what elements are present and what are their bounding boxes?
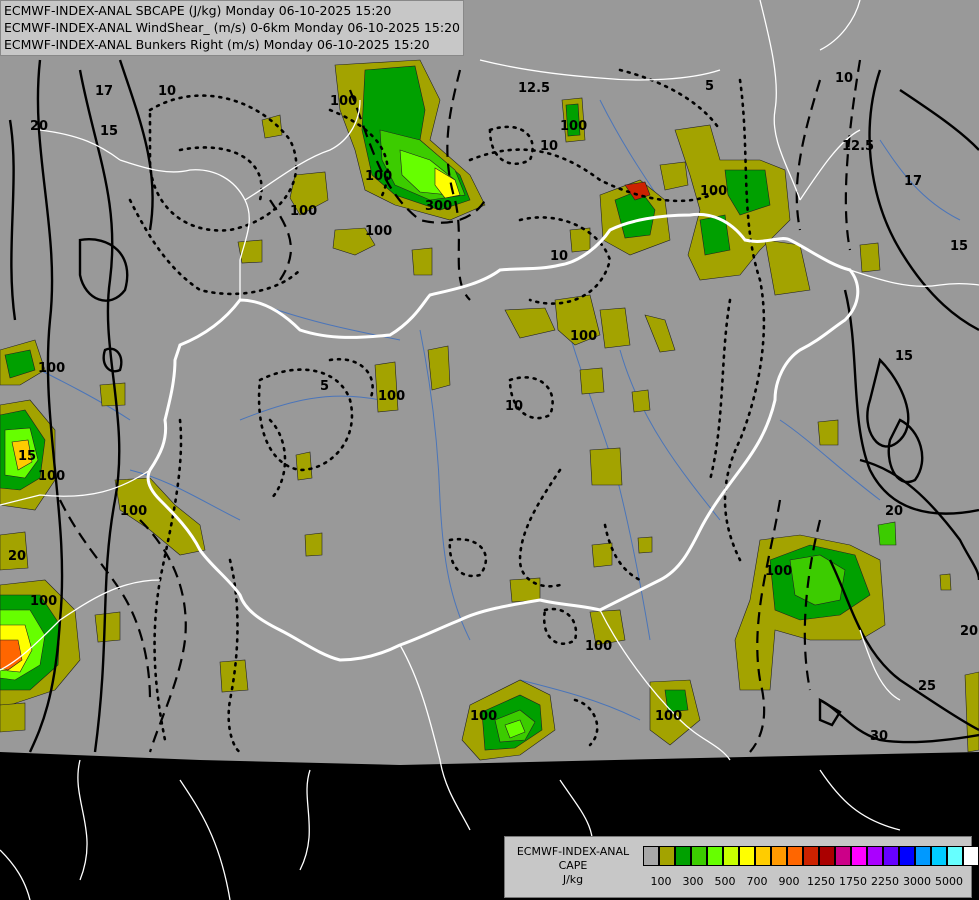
cape-label: 100 xyxy=(290,204,317,219)
legend-swatch xyxy=(867,846,883,866)
legend-tick-label: 3000 xyxy=(903,875,931,888)
legend-tick-label: 1750 xyxy=(839,875,867,888)
legend-swatch xyxy=(819,846,835,866)
windshear-label: 10 xyxy=(505,399,523,414)
cape-label: 100 xyxy=(570,329,597,344)
cape-label: 100 xyxy=(378,389,405,404)
windshear-label: 5 xyxy=(705,79,714,94)
map-header: ECMWF-INDEX-ANAL SBCAPE (J/kg) Monday 06… xyxy=(0,0,464,56)
legend-title: ECMWF-INDEX-ANAL CAPE J/kg xyxy=(509,845,637,887)
windshear-label: 25 xyxy=(918,679,936,694)
legend-swatch xyxy=(915,846,931,866)
cape-label: 100 xyxy=(585,639,612,654)
legend-tick-label: 500 xyxy=(714,875,736,888)
legend-swatch xyxy=(643,846,659,866)
legend-swatch xyxy=(963,846,979,866)
legend-title-model: ECMWF-INDEX-ANAL xyxy=(516,845,630,858)
cape-label: 100 xyxy=(38,361,65,376)
windshear-label: 20 xyxy=(885,504,903,519)
cape-label: 100 xyxy=(330,94,357,109)
windshear-label: 17 xyxy=(95,84,113,99)
legend-swatch xyxy=(803,846,819,866)
cape-label: 100 xyxy=(365,169,392,184)
legend-swatches xyxy=(643,846,979,866)
windshear-label: 12.5 xyxy=(518,81,550,96)
legend-tick-label: 2250 xyxy=(871,875,899,888)
legend-tick-label: 1250 xyxy=(807,875,835,888)
cape-label: 100 xyxy=(38,469,65,484)
legend-swatch xyxy=(739,846,755,866)
legend-swatch xyxy=(771,846,787,866)
cape-label: 100 xyxy=(365,224,392,239)
windshear-label: 15 xyxy=(18,449,36,464)
legend-swatch xyxy=(659,846,675,866)
cape-label: 100 xyxy=(30,594,57,609)
windshear-label: 17 xyxy=(904,174,922,189)
cape-label: 100 xyxy=(120,504,147,519)
windshear-label: 15 xyxy=(895,349,913,364)
legend-swatch xyxy=(755,846,771,866)
legend-tick-label: 100 xyxy=(650,875,672,888)
windshear-label: 20 xyxy=(8,549,26,564)
windshear-label: 10 xyxy=(550,249,568,264)
cape-label: 100 xyxy=(470,709,497,724)
windshear-label: 10 xyxy=(540,139,558,154)
windshear-label: 12.5 xyxy=(842,139,874,154)
windshear-label: 10 xyxy=(835,71,853,86)
cape-label: 100 xyxy=(655,709,682,724)
legend-swatch xyxy=(947,846,963,866)
legend-title-variable: CAPE xyxy=(558,859,588,872)
cape-windshear-map: 17 20 15 10 12.5 5 10 17 15 15 20 20 25 … xyxy=(0,0,979,900)
cape-label: 300 xyxy=(425,199,452,214)
header-line-sbcape: ECMWF-INDEX-ANAL SBCAPE (J/kg) Monday 06… xyxy=(4,3,392,18)
legend-swatch xyxy=(675,846,691,866)
header-line-bunkers: ECMWF-INDEX-ANAL Bunkers Right (m/s) Mon… xyxy=(4,37,430,52)
legend-tick-label: 300 xyxy=(682,875,704,888)
model-domain xyxy=(0,0,979,765)
cape-legend: ECMWF-INDEX-ANAL CAPE J/kg 100 300 500 700 9… xyxy=(504,836,979,898)
legend-swatch xyxy=(787,846,803,866)
windshear-label: 20 xyxy=(30,119,48,134)
windshear-label: 10 xyxy=(158,84,176,99)
legend-tick-label: 900 xyxy=(778,875,800,888)
windshear-label: 30 xyxy=(870,729,888,744)
legend-swatch xyxy=(883,846,899,866)
cape-label: 100 xyxy=(765,564,792,579)
windshear-label: 5 xyxy=(320,379,329,394)
header-line-windshear: ECMWF-INDEX-ANAL WindShear_ (m/s) 0-6km … xyxy=(4,20,460,35)
windshear-label: 15 xyxy=(100,124,118,139)
legend-swatch xyxy=(723,846,739,866)
legend-swatch xyxy=(707,846,723,866)
legend-swatch xyxy=(851,846,867,866)
legend-swatch xyxy=(835,846,851,866)
legend-tick-label: 5000 xyxy=(935,875,963,888)
windshear-label: 15 xyxy=(950,239,968,254)
legend-swatch xyxy=(931,846,947,866)
windshear-label: 20 xyxy=(960,624,978,639)
legend-swatch xyxy=(899,846,915,866)
legend-swatch xyxy=(691,846,707,866)
legend-tick-label: 700 xyxy=(746,875,768,888)
legend-title-unit: J/kg xyxy=(562,873,584,886)
legend-ticks: 100 300 500 700 900 1250 1750 2250 3000 5000 xyxy=(643,875,973,889)
cape-label: 100 xyxy=(560,119,587,134)
cape-label: 100 xyxy=(700,184,727,199)
